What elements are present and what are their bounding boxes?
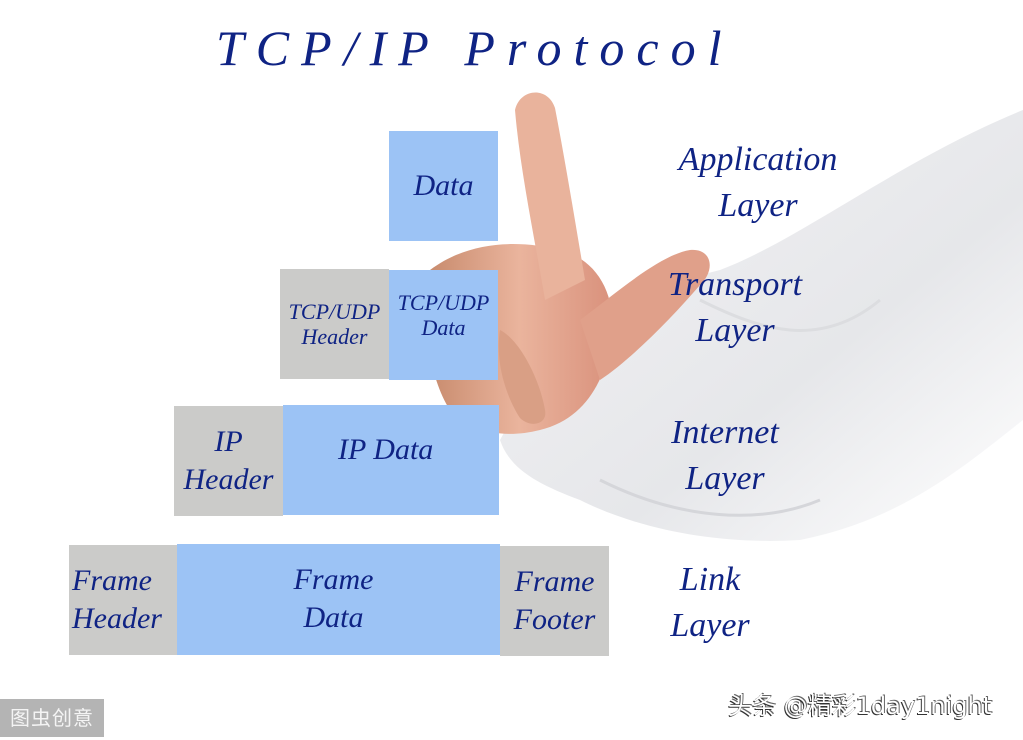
app-data-box: Data (389, 131, 498, 241)
tcp-udp-data-label-1: TCP/UDP (397, 290, 490, 315)
ip-header-label-1: IP (214, 425, 243, 458)
tcp-udp-header-box: TCP/UDP Header (280, 269, 389, 379)
watermark-left: 图虫创意 (0, 699, 104, 737)
layer-label-application-2: Layer (718, 187, 798, 224)
tcp-udp-data-box: TCP/UDP Data (389, 270, 498, 380)
frame-data-label-2: Data (303, 601, 364, 634)
layer-label-application-1: Application (678, 141, 838, 178)
frame-header-box: Frame Header (69, 545, 177, 655)
ip-data-label: IP Data (338, 432, 434, 466)
diagram-title: TCP/IP Protocol (216, 20, 734, 76)
layer-label-link-2: Layer (670, 607, 750, 644)
layer-label-transport-2: Layer (695, 312, 775, 349)
frame-header-label-2: Header (72, 602, 162, 635)
watermark-right: 头条 @精彩1day1night (728, 692, 993, 720)
app-data-label: Data (413, 168, 474, 202)
layer-label-transport-1: Transport (667, 266, 803, 303)
frame-footer-label-1: Frame (514, 565, 595, 598)
layer-label-transport: Transport Layer (650, 262, 820, 354)
frame-data-box: Frame Data (177, 544, 500, 655)
ip-header-label-2: Header (183, 463, 274, 496)
frame-footer-box: Frame Footer (500, 546, 609, 656)
ip-data-box: IP Data (283, 405, 499, 515)
tcp-udp-header-label-1: TCP/UDP (288, 298, 381, 324)
layer-label-internet-1: Internet (671, 414, 779, 451)
layer-label-link: Link Layer (650, 557, 770, 649)
layer-label-internet: Internet Layer (650, 410, 800, 502)
frame-footer-label-2: Footer (513, 603, 596, 636)
tcp-udp-data-label-2: Data (421, 315, 466, 341)
layer-label-internet-2: Layer (685, 460, 765, 497)
layer-label-application: Application Layer (658, 137, 858, 229)
frame-data-label-1: Frame (293, 563, 374, 596)
frame-header-label-1: Frame (72, 564, 152, 597)
layer-label-link-1: Link (679, 561, 741, 598)
tcp-udp-header-label-2: Header (301, 324, 368, 349)
ip-header-box: IP Header (174, 406, 283, 516)
